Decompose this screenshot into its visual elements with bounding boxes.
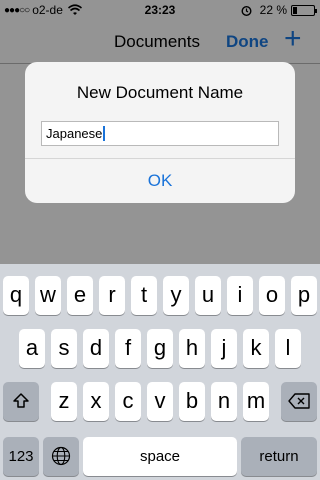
key-x[interactable]: x bbox=[83, 382, 109, 421]
numbers-key[interactable]: 123 bbox=[3, 437, 39, 476]
shift-icon bbox=[13, 393, 29, 408]
key-n[interactable]: n bbox=[211, 382, 237, 421]
ok-button[interactable]: OK bbox=[25, 159, 295, 203]
document-name-value: Japanese bbox=[46, 126, 103, 141]
key-l[interactable]: l bbox=[275, 329, 301, 368]
key-z[interactable]: z bbox=[51, 382, 77, 421]
key-b[interactable]: b bbox=[179, 382, 205, 421]
alert-title: New Document Name bbox=[76, 83, 244, 102]
document-name-field[interactable]: Japanese bbox=[41, 121, 279, 146]
return-key[interactable]: return bbox=[241, 437, 317, 476]
key-i[interactable]: i bbox=[227, 276, 253, 315]
key-j[interactable]: j bbox=[211, 329, 237, 368]
key-s[interactable]: s bbox=[51, 329, 77, 368]
key-q[interactable]: q bbox=[3, 276, 29, 315]
key-g[interactable]: g bbox=[147, 329, 173, 368]
key-v[interactable]: v bbox=[147, 382, 173, 421]
key-t[interactable]: t bbox=[131, 276, 157, 315]
shift-key[interactable] bbox=[3, 382, 39, 421]
space-key[interactable]: space bbox=[83, 437, 237, 476]
key-u[interactable]: u bbox=[195, 276, 221, 315]
delete-icon bbox=[288, 393, 310, 409]
key-a[interactable]: a bbox=[19, 329, 45, 368]
key-p[interactable]: p bbox=[291, 276, 317, 315]
keyboard: qwertyuiop asdfghjkl zxcvbnm 123 space r… bbox=[0, 264, 320, 480]
key-c[interactable]: c bbox=[115, 382, 141, 421]
key-o[interactable]: o bbox=[259, 276, 285, 315]
key-e[interactable]: e bbox=[67, 276, 93, 315]
key-m[interactable]: m bbox=[243, 382, 269, 421]
key-w[interactable]: w bbox=[35, 276, 61, 315]
key-k[interactable]: k bbox=[243, 329, 269, 368]
key-y[interactable]: y bbox=[163, 276, 189, 315]
text-caret bbox=[103, 126, 106, 141]
delete-key[interactable] bbox=[281, 382, 317, 421]
key-f[interactable]: f bbox=[115, 329, 141, 368]
globe-key[interactable] bbox=[43, 437, 79, 476]
key-r[interactable]: r bbox=[99, 276, 125, 315]
key-h[interactable]: h bbox=[179, 329, 205, 368]
globe-icon bbox=[51, 446, 71, 466]
new-document-alert: New Document Name Japanese OK bbox=[25, 62, 295, 203]
key-d[interactable]: d bbox=[83, 329, 109, 368]
